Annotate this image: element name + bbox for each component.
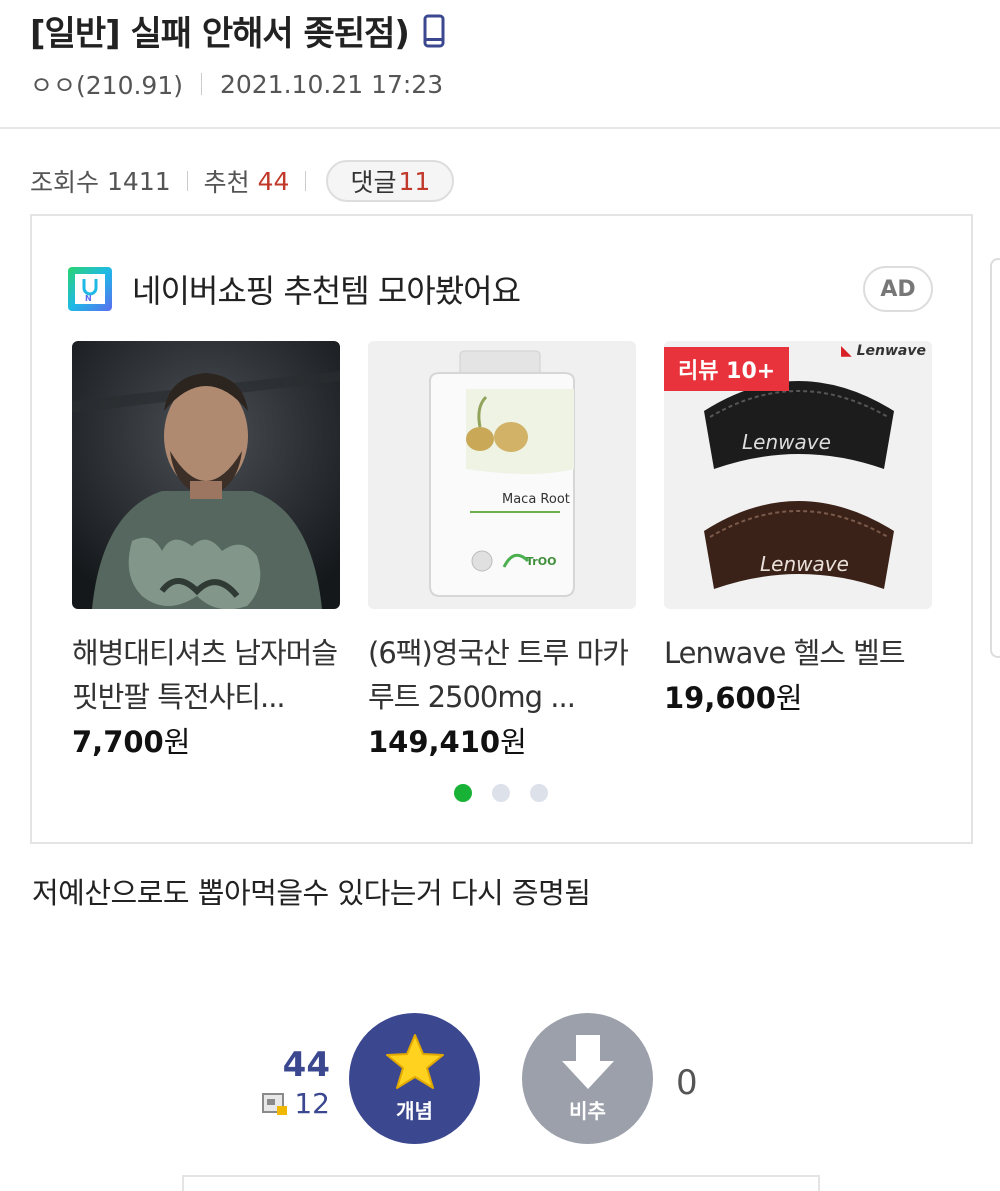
review-badge: 리뷰 10+: [664, 347, 790, 391]
divider: [186, 171, 188, 191]
upvote-count: 44: [282, 1045, 330, 1085]
brand-name: Lenwave: [856, 343, 926, 359]
product-price: 7,700원: [72, 719, 340, 761]
upvote-label: 개념: [396, 1099, 433, 1123]
svg-text:Lenwave: Lenwave: [742, 430, 831, 454]
downvote-label: 비추: [569, 1099, 606, 1123]
svg-text:N: N: [85, 294, 92, 303]
bottom-panel: [182, 1175, 820, 1191]
fixed-upvote-count: 12: [294, 1087, 330, 1120]
carousel-pagination: [454, 784, 568, 802]
naver-shopping-logo-icon: N: [68, 267, 112, 311]
recommend-label: 추천: [203, 168, 250, 197]
vote-up-stats: 44 12: [250, 1045, 330, 1120]
ad-title: 네이버쇼핑 추천템 모아봤어요: [132, 272, 521, 310]
downvote-button[interactable]: 비추: [522, 1013, 653, 1144]
header-divider: [0, 127, 1000, 129]
brand-logo: ◣ Lenwave: [840, 343, 926, 359]
fixed-user-icon: [262, 1092, 288, 1115]
post-datetime: 2021.10.21 17:23: [219, 69, 444, 99]
post-author[interactable]: ㅇㅇ(210.91): [30, 66, 183, 102]
fixed-user-upvotes: 12: [250, 1087, 330, 1120]
product-image[interactable]: Lenwave Lenwave 리뷰 10+ ◣ Lenwave: [664, 341, 932, 609]
product-name[interactable]: (6팩)영국산 트루 마카루트 2500mg ...: [368, 631, 636, 719]
price-currency: 원: [163, 725, 191, 759]
post-title: [일반] 실패 안해서 좆된점): [30, 14, 410, 54]
price-value: 7,700: [72, 725, 164, 759]
shopping-ad: N 네이버쇼핑 추천템 모아봤어요 AD 해병대티셔츠 남자머슬핏반팔 특전사티…: [30, 214, 973, 844]
product-name[interactable]: 해병대티셔츠 남자머슬핏반팔 특전사티...: [72, 631, 340, 719]
pagination-dot-active[interactable]: [454, 784, 472, 802]
post-body: 저예산으로도 뽑아먹을수 있다는거 다시 증명됨: [32, 876, 591, 910]
star-icon: [385, 1034, 444, 1089]
mobile-icon: [423, 14, 445, 48]
comments-button[interactable]: 댓글 11: [326, 160, 455, 202]
post-title-row: [일반] 실패 안해서 좆된점): [30, 6, 445, 55]
price-currency: 원: [775, 681, 803, 715]
price-value: 149,410: [368, 725, 501, 759]
product-image[interactable]: Maca Root TrOO: [368, 341, 636, 609]
product-price: 19,600원: [664, 675, 932, 717]
ad-badge[interactable]: AD: [863, 266, 933, 312]
divider: [305, 171, 307, 191]
divider: [200, 73, 202, 95]
troo-brand-label: TrOO: [526, 555, 556, 568]
post-meta: ㅇㅇ(210.91) 2021.10.21 17:23: [30, 66, 443, 102]
pagination-dot[interactable]: [492, 784, 510, 802]
views-label: 조회수: [30, 168, 100, 197]
comments-count: 11: [398, 166, 431, 196]
product-card[interactable]: Maca Root TrOO (6팩)영국산 트루 마카루트 2500mg ..…: [368, 341, 636, 761]
views-count: 1411: [107, 166, 171, 196]
arrow-down-icon: [561, 1035, 614, 1089]
product-card[interactable]: 해병대티셔츠 남자머슬핏반팔 특전사티... 7,700원: [72, 341, 340, 761]
downvote-count: 0: [676, 1063, 698, 1103]
price-currency: 원: [500, 725, 527, 759]
price-value: 19,600: [664, 681, 776, 715]
product-card[interactable]: Lenwave Lenwave 리뷰 10+ ◣ Lenwave Lenwave…: [664, 341, 932, 717]
maca-root-label: Maca Root: [502, 492, 570, 507]
side-panel-edge: [990, 258, 1000, 658]
recommend-count: 44: [257, 166, 290, 196]
ad-header: N 네이버쇼핑 추천템 모아봤어요: [68, 266, 521, 312]
comments-label: 댓글: [350, 168, 397, 197]
product-name[interactable]: Lenwave 헬스 벨트: [664, 631, 932, 675]
product-price: 149,410원: [368, 719, 636, 761]
product-image[interactable]: [72, 341, 340, 609]
pagination-dot[interactable]: [530, 784, 548, 802]
svg-text:Lenwave: Lenwave: [760, 552, 849, 576]
upvote-button[interactable]: 개념: [349, 1013, 480, 1144]
post-stats: 조회수 1411 추천 44 댓글 11: [30, 160, 455, 202]
